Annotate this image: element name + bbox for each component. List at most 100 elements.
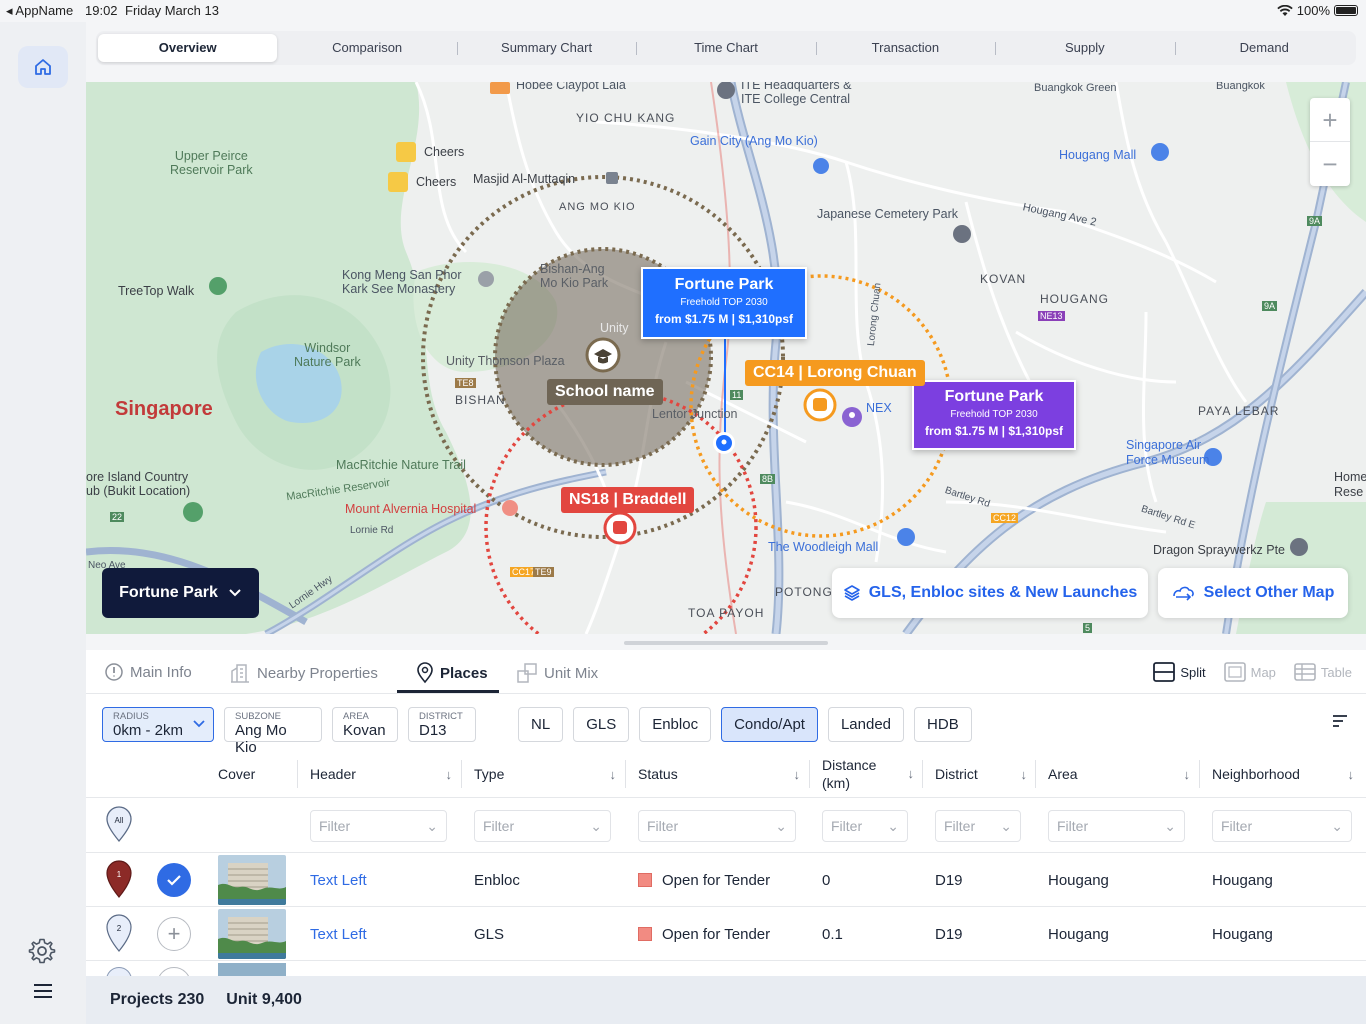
sort-arrow-icon: ↓ — [907, 766, 915, 781]
filter-header-input[interactable]: Filter ⌄ — [310, 810, 447, 842]
tab-summary-chart[interactable]: Summary Chart — [456, 34, 636, 62]
map-label: BISHAN — [455, 393, 506, 407]
chip-landed[interactable]: Landed — [827, 706, 905, 742]
map-label: TE8 — [455, 378, 476, 388]
gls-enbloc-button[interactable]: GLS, Enbloc sites & New Launches — [832, 568, 1148, 618]
row-header-link[interactable]: Text Left — [310, 907, 367, 961]
chevron-down-icon: ⌄ — [775, 817, 787, 834]
column-header-status[interactable]: Status ↓ — [638, 750, 808, 798]
map-label: Upper Peirce Reservoir Park — [170, 149, 253, 177]
chip-hdb[interactable]: HDB — [914, 706, 972, 742]
filter-neighborhood-input[interactable]: Filter ⌄ — [1212, 810, 1352, 842]
chevron-down-icon — [193, 719, 205, 727]
status-indicator — [638, 927, 652, 941]
tab-demand[interactable]: Demand — [1174, 34, 1354, 62]
map-label: Cheers — [416, 175, 457, 189]
menu-button[interactable] — [34, 984, 52, 1003]
details-panel: Main Info Nearby Properties Places Unit … — [86, 650, 1366, 976]
map-label: 22 — [110, 512, 125, 522]
tab-supply[interactable]: Supply — [995, 34, 1174, 62]
filter-type-input[interactable]: Filter ⌄ — [474, 810, 611, 842]
column-header-district[interactable]: District ↓ — [935, 750, 1035, 798]
row-add-button[interactable]: + — [157, 917, 191, 951]
project-callout-blue[interactable]: Fortune Park Freehold TOP 2030 from $1.7… — [641, 267, 807, 339]
row-header-link[interactable]: Text Left — [310, 853, 367, 907]
filter-distance-input[interactable]: Filter ⌄ — [822, 810, 908, 842]
mrt-label-ns18[interactable]: NS18 | Braddell — [561, 487, 695, 513]
sort-arrow-icon: ↓ — [445, 766, 453, 782]
radius-filter[interactable]: RADIUS 0km - 2km — [102, 706, 214, 742]
row-select-checkbox[interactable] — [157, 863, 191, 897]
map-label: Masjid Al-Muttaqin — [473, 172, 576, 186]
home-icon — [35, 59, 51, 75]
left-rail — [0, 22, 86, 1024]
zoom-out-button[interactable]: − — [1310, 142, 1350, 186]
chevron-down-icon: ⌄ — [426, 817, 438, 834]
split-view-icon — [1153, 662, 1176, 682]
subtab-places[interactable]: Places — [416, 662, 488, 684]
sort-arrow-icon: ↓ — [1183, 766, 1191, 782]
map-pin-icon: 1 — [106, 860, 132, 898]
map-label: NEX — [866, 401, 892, 415]
checkmark-icon — [167, 875, 181, 886]
column-header-header[interactable]: Header ↓ — [310, 750, 460, 798]
chip-condo-apt[interactable]: Condo/Apt — [721, 706, 818, 742]
tab-time-chart[interactable]: Time Chart — [636, 34, 815, 62]
select-other-map-button[interactable]: Select Other Map — [1158, 568, 1348, 618]
school-label[interactable]: School name — [547, 379, 663, 405]
table-row-partial — [86, 961, 1366, 976]
settings-button[interactable] — [28, 937, 56, 970]
chip-gls[interactable]: GLS — [573, 706, 630, 742]
view-map-button[interactable]: Map — [1223, 662, 1276, 682]
map-label: The Woodleigh Mall — [768, 540, 879, 554]
tab-overview[interactable]: Overview — [98, 34, 278, 62]
tab-comparison[interactable]: Comparison — [277, 34, 456, 62]
map-label: ITE Headquarters & ITE College Central — [741, 82, 852, 106]
map-view[interactable]: Hobee Claypot Lala ITE Headquarters & IT… — [86, 82, 1366, 634]
map-label: Unity — [600, 321, 629, 335]
subtab-nearby-properties[interactable]: Nearby Properties — [229, 662, 378, 684]
column-header-neighborhood[interactable]: Neighborhood ↓ — [1212, 750, 1362, 798]
panel-subtabs: Main Info Nearby Properties Places Unit … — [86, 650, 1366, 694]
zoom-in-button[interactable]: + — [1310, 98, 1350, 142]
sort-arrow-icon: ↓ — [1347, 766, 1355, 782]
project-selector[interactable]: Fortune Park — [102, 568, 259, 618]
view-split-button[interactable]: Split — [1153, 662, 1206, 682]
filter-district-input[interactable]: Filter ⌄ — [935, 810, 1021, 842]
map-label: ore Island Country ub (Bukit Location) — [86, 470, 191, 498]
filter-status-input[interactable]: Filter ⌄ — [638, 810, 796, 842]
back-to-app[interactable]: ◂ AppName — [6, 3, 73, 19]
map-label: 8B — [760, 474, 776, 484]
subtab-main-info[interactable]: Main Info — [104, 662, 192, 682]
subtab-unit-mix[interactable]: Unit Mix — [516, 662, 598, 684]
row-distance: 0.1 — [822, 925, 843, 943]
mrt-label-cc14[interactable]: CC14 | Lorong Chuan — [745, 360, 925, 386]
resize-handle[interactable] — [624, 641, 828, 645]
tab-transaction[interactable]: Transaction — [815, 34, 995, 62]
chip-nl[interactable]: NL — [518, 706, 564, 742]
svg-text:1: 1 — [117, 870, 122, 879]
column-header-distance[interactable]: Distance (km) ↓ — [822, 750, 922, 798]
pin-all-icon[interactable]: All — [105, 805, 133, 843]
table-header: Cover Header ↓ Type ↓ Status ↓ Distance (km… — [86, 750, 1366, 798]
chip-enbloc[interactable]: Enbloc — [639, 706, 712, 742]
project-callout-purple[interactable]: Fortune Park Freehold TOP 2030 from $1.7… — [912, 380, 1076, 450]
cover-image — [218, 855, 286, 905]
map-label: Buangkok Green — [1034, 82, 1117, 94]
home-button[interactable] — [18, 46, 68, 88]
area-filter[interactable]: AREA Kovan — [332, 706, 398, 742]
view-table-button[interactable]: Table — [1294, 662, 1352, 682]
subzone-filter[interactable]: SUBZONE Ang Mo Kio — [224, 706, 322, 756]
map-label: Mount Alvernia Hospital — [345, 502, 477, 516]
filter-area-input[interactable]: Filter ⌄ — [1048, 810, 1185, 842]
district-filter[interactable]: DISTRICT D13 — [408, 706, 476, 742]
column-header-type[interactable]: Type ↓ — [474, 750, 624, 798]
map-label: Hougang Mall — [1059, 148, 1137, 162]
table-row[interactable]: 2 + Text Left GLS Open for Tender 0.1 D1… — [86, 907, 1366, 961]
column-header-area[interactable]: Area ↓ — [1048, 750, 1198, 798]
sort-icon[interactable] — [1332, 714, 1348, 728]
column-header-cover: Cover — [218, 766, 256, 782]
table-row[interactable]: 1 Text Left Enbloc Open for Tender 0 D19… — [86, 853, 1366, 907]
layers-icon — [843, 585, 860, 601]
map-label: Cheers — [424, 145, 465, 159]
